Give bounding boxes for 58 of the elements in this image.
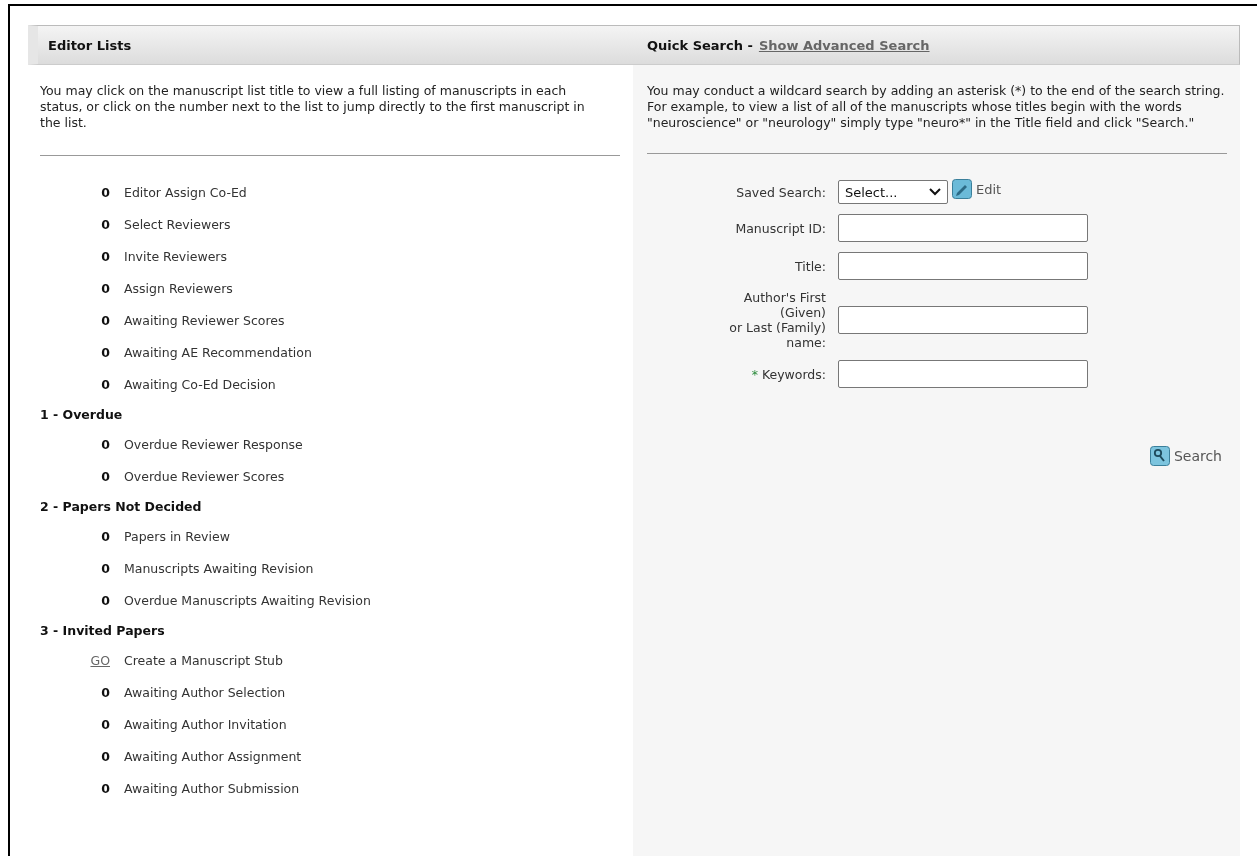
- text-field[interactable]: [838, 306, 1088, 334]
- group-heading: 1 - Overdue: [40, 406, 123, 422]
- text-field[interactable]: [838, 252, 1088, 280]
- list-link[interactable]: Create a Manuscript Stub: [124, 652, 283, 668]
- required-mark: *: [751, 366, 758, 382]
- list-link[interactable]: Awaiting Author Invitation: [124, 716, 287, 732]
- count-link[interactable]: 0: [84, 248, 110, 264]
- count-link[interactable]: 0: [84, 184, 110, 200]
- edit-link[interactable]: Edit: [952, 179, 1002, 199]
- list-link[interactable]: Awaiting Author Selection: [124, 684, 286, 700]
- group-heading: 2 - Papers Not Decided: [40, 498, 202, 514]
- count-link[interactable]: 0: [84, 344, 110, 360]
- list-link[interactable]: Overdue Reviewer Scores: [124, 468, 285, 484]
- list-link[interactable]: Awaiting Reviewer Scores: [124, 312, 285, 328]
- list-link[interactable]: Awaiting AE Recommendation: [124, 344, 312, 360]
- count-link[interactable]: 0: [84, 436, 110, 452]
- count-link[interactable]: 0: [84, 468, 110, 484]
- go-link[interactable]: GO: [84, 652, 110, 668]
- text-field[interactable]: [838, 214, 1088, 242]
- list-link[interactable]: Overdue Manuscripts Awaiting Revision: [124, 592, 371, 608]
- list-link[interactable]: Overdue Reviewer Response: [124, 436, 303, 452]
- count-link[interactable]: 0: [84, 780, 110, 796]
- list-link[interactable]: Select Reviewers: [124, 216, 231, 232]
- count-link[interactable]: 0: [84, 312, 110, 328]
- instructions-text: You may conduct a wildcard search by adding an asterisk (*) to the end of the search string. For example, to view a list of all of the manuscripts whose titles begin with the words "neuroscience" or "neurology" simply type "neuro*" in the Title field and click "Search.": [646, 82, 1226, 131]
- count-link[interactable]: 0: [84, 528, 110, 544]
- panel-title: Editor Lists: [48, 37, 132, 53]
- list-link[interactable]: Awaiting Author Submission: [124, 780, 300, 796]
- field-label: Saved Search:: [736, 184, 826, 200]
- field-label: Keywords:: [761, 366, 826, 382]
- search-icon: [1149, 446, 1170, 466]
- count-link[interactable]: 0: [84, 216, 110, 232]
- text-field[interactable]: [838, 360, 1088, 388]
- list-link[interactable]: Papers in Review: [124, 528, 230, 544]
- list-link[interactable]: Awaiting Author Assignment: [124, 748, 302, 764]
- count-link[interactable]: 0: [84, 280, 110, 296]
- search-button[interactable]: Search: [1149, 446, 1222, 466]
- list-link[interactable]: Manuscripts Awaiting Revision: [124, 560, 314, 576]
- chevron-icon: [929, 188, 941, 196]
- count-link[interactable]: 0: [84, 560, 110, 576]
- count-link[interactable]: 0: [84, 376, 110, 392]
- count-link[interactable]: 0: [84, 684, 110, 700]
- saved-search-select[interactable]: Select...: [838, 180, 948, 204]
- advanced-search-link[interactable]: Show Advanced Search: [758, 37, 930, 53]
- field-label: Author's First (Given) or Last (Family) name:: [729, 290, 826, 350]
- instructions-text: You may click on the manuscript list title to view a full listing of manuscripts in each status, or click on the number next to the list to jump directly to the first manuscript in the list.: [39, 82, 586, 131]
- list-link[interactable]: Assign Reviewers: [124, 280, 233, 296]
- group-heading: 3 - Invited Papers: [40, 622, 165, 638]
- field-label: Manuscript ID:: [735, 220, 826, 236]
- count-link[interactable]: 0: [84, 748, 110, 764]
- pencil-icon: [952, 179, 972, 199]
- list-link[interactable]: Awaiting Co-Ed Decision: [124, 376, 276, 392]
- count-link[interactable]: 0: [84, 716, 110, 732]
- list-link[interactable]: Invite Reviewers: [124, 248, 227, 264]
- count-link[interactable]: 0: [84, 592, 110, 608]
- field-label: Title:: [795, 258, 826, 274]
- list-link[interactable]: Editor Assign Co-Ed: [124, 184, 247, 200]
- panel-title: Quick Search -: [647, 37, 753, 53]
